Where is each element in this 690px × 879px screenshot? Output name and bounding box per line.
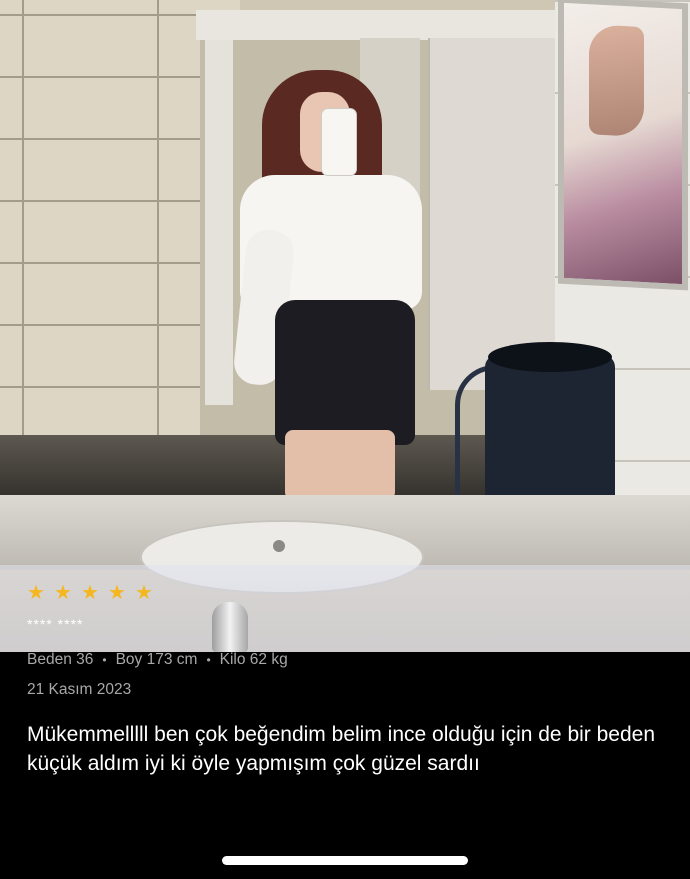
reviewer-name: **** **** <box>27 616 84 632</box>
phone <box>321 108 357 176</box>
stall-door <box>205 40 233 405</box>
weight-label: Kilo 62 kg <box>219 651 288 668</box>
star-icon: ★ <box>135 582 153 604</box>
review-photo[interactable] <box>0 0 690 652</box>
wall-poster <box>558 0 688 291</box>
review-text: Mükemmelllll ben çok beğendim belim ince… <box>27 723 656 775</box>
separator-dot: • <box>102 653 107 667</box>
stall-door <box>428 38 558 390</box>
size-label: Beden 36 <box>27 651 94 668</box>
home-indicator[interactable] <box>222 856 468 865</box>
mirror-frame <box>196 10 561 40</box>
rating-stars: ★ ★ ★ ★ ★ <box>27 582 153 604</box>
sink-drain <box>273 540 285 552</box>
person-legs <box>285 430 395 500</box>
star-icon: ★ <box>81 582 99 604</box>
star-icon: ★ <box>27 582 45 604</box>
star-icon: ★ <box>54 582 72 604</box>
photo-overlay-shade <box>0 565 690 652</box>
review-date: 21 Kasım 2023 <box>27 681 132 698</box>
height-label: Boy 173 cm <box>115 651 198 668</box>
bag-opening <box>488 342 612 372</box>
black-skirt <box>275 300 415 445</box>
separator-dot: • <box>206 653 211 667</box>
star-icon: ★ <box>108 582 126 604</box>
body-measurements: Beden 36 • Boy 173 cm • Kilo 62 kg <box>27 651 288 669</box>
faucet <box>212 602 248 652</box>
poster-figure <box>589 24 644 138</box>
